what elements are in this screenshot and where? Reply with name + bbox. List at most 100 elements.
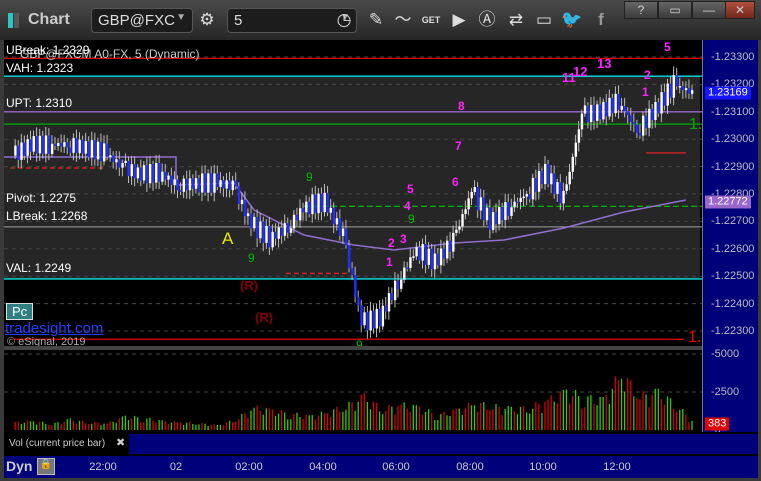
- candle: [495, 212, 498, 225]
- candle: [32, 136, 35, 152]
- price-chart-svg: A(R)(R)1.1.876543211112132159999: [4, 40, 702, 346]
- time-tick: 04:00: [309, 461, 337, 473]
- candle: [467, 198, 470, 210]
- candle: [473, 187, 476, 193]
- candle: [268, 225, 271, 248]
- alert-icon[interactable]: Ⓐ: [476, 9, 498, 31]
- candle: [519, 197, 522, 202]
- comment-icon[interactable]: ▭: [533, 9, 555, 31]
- help-button[interactable]: ?: [624, 1, 658, 19]
- dyn-label[interactable]: Dyn: [6, 458, 32, 474]
- candle: [635, 124, 639, 133]
- volume-svg: [4, 353, 702, 430]
- get-icon[interactable]: GET: [420, 9, 442, 31]
- candle: [669, 83, 672, 98]
- candle: [280, 227, 284, 236]
- candle: [632, 121, 636, 125]
- candle: [488, 207, 492, 230]
- time-tick: 02: [169, 461, 183, 473]
- candle: [250, 213, 253, 229]
- price-tick: -1.22400: [711, 297, 755, 310]
- price-chart[interactable]: A (R) (R) 1. 1. 8 7 6 5 4 3 2 1 11 12 13 2 1 5 9 9 9 9 GBP@FXC…: [4, 40, 702, 346]
- symbol-select[interactable]: GBP@FXC ▼: [91, 8, 193, 33]
- layout-button[interactable]: ▭: [658, 1, 692, 19]
- candle: [589, 104, 593, 123]
- candle: [522, 196, 525, 199]
- candle: [41, 135, 45, 154]
- lock-icon[interactable]: 🔒: [37, 458, 55, 475]
- price-axis[interactable]: -1.23300 -1.23200 -1.23100 -1.23000 -1.22900…: [702, 40, 758, 436]
- candle: [427, 248, 431, 265]
- settings-gear-icon[interactable]: ⚙: [196, 9, 218, 31]
- candle: [501, 207, 504, 221]
- candle: [565, 184, 568, 191]
- candle: [26, 139, 29, 156]
- clock-icon[interactable]: ◷: [333, 9, 355, 31]
- study-icon[interactable]: 〜: [392, 9, 414, 31]
- candle: [194, 178, 198, 189]
- lbreak-label: LBreak: 1.2268: [6, 209, 88, 223]
- candle: [642, 115, 645, 136]
- candle: [317, 193, 320, 214]
- facebook-icon[interactable]: f: [590, 9, 612, 31]
- candle: [381, 305, 385, 327]
- close-icon[interactable]: ✖: [116, 436, 125, 449]
- candle: [678, 86, 682, 88]
- volume-pane[interactable]: [4, 350, 702, 432]
- play-icon[interactable]: ▶: [448, 9, 470, 31]
- pencil-icon[interactable]: ✎: [365, 9, 387, 31]
- pc-badge[interactable]: Pc: [6, 303, 34, 320]
- annotation-g9c: 9: [356, 338, 363, 346]
- candle: [121, 162, 124, 168]
- upt-label: UPT: 1.2310: [6, 96, 73, 110]
- candle: [148, 164, 152, 184]
- candle: [645, 115, 648, 128]
- candle: [338, 218, 342, 236]
- candle: [516, 201, 519, 204]
- site-link[interactable]: tradesight.com: [5, 320, 103, 337]
- minimize-button[interactable]: —: [692, 1, 726, 19]
- candle: [210, 173, 213, 193]
- candle: [130, 164, 133, 177]
- candle: [188, 178, 192, 191]
- annotation-n13: 13: [597, 56, 611, 71]
- candle: [537, 170, 541, 192]
- candle: [23, 142, 26, 156]
- candle: [323, 192, 326, 213]
- candle: [133, 164, 137, 179]
- candle: [29, 139, 32, 152]
- link-icon[interactable]: ⇄: [505, 9, 527, 31]
- candle: [593, 104, 596, 121]
- twitter-icon[interactable]: 🐦: [561, 9, 583, 31]
- candle: [63, 142, 66, 147]
- candle: [663, 92, 666, 106]
- candle: [57, 143, 60, 146]
- candle: [35, 136, 39, 154]
- candle: [289, 228, 293, 233]
- candle: [84, 141, 88, 154]
- candle: [691, 90, 694, 94]
- candle: [430, 248, 434, 270]
- candle: [605, 101, 608, 117]
- candle: [106, 143, 109, 157]
- close-button[interactable]: ✕: [725, 1, 755, 19]
- candle: [657, 102, 660, 114]
- candle: [491, 212, 495, 230]
- candle: [20, 142, 23, 160]
- candle: [234, 180, 238, 187]
- time-axis[interactable]: Dyn 🔒 22:00 02 02:00 04:00 06:00 08:00 10:00 12…: [4, 456, 758, 478]
- annotation-g9b: 9: [248, 251, 255, 265]
- candle: [308, 201, 311, 215]
- candle: [687, 88, 691, 94]
- candle: [103, 143, 106, 162]
- candle: [452, 232, 455, 252]
- candle: [681, 86, 685, 91]
- candle: [375, 308, 378, 329]
- candle: [378, 308, 382, 327]
- candle: [299, 208, 302, 221]
- candle: [167, 175, 170, 180]
- candle: [112, 155, 115, 163]
- candle: [415, 247, 418, 257]
- candle: [629, 115, 633, 122]
- candle: [574, 142, 578, 157]
